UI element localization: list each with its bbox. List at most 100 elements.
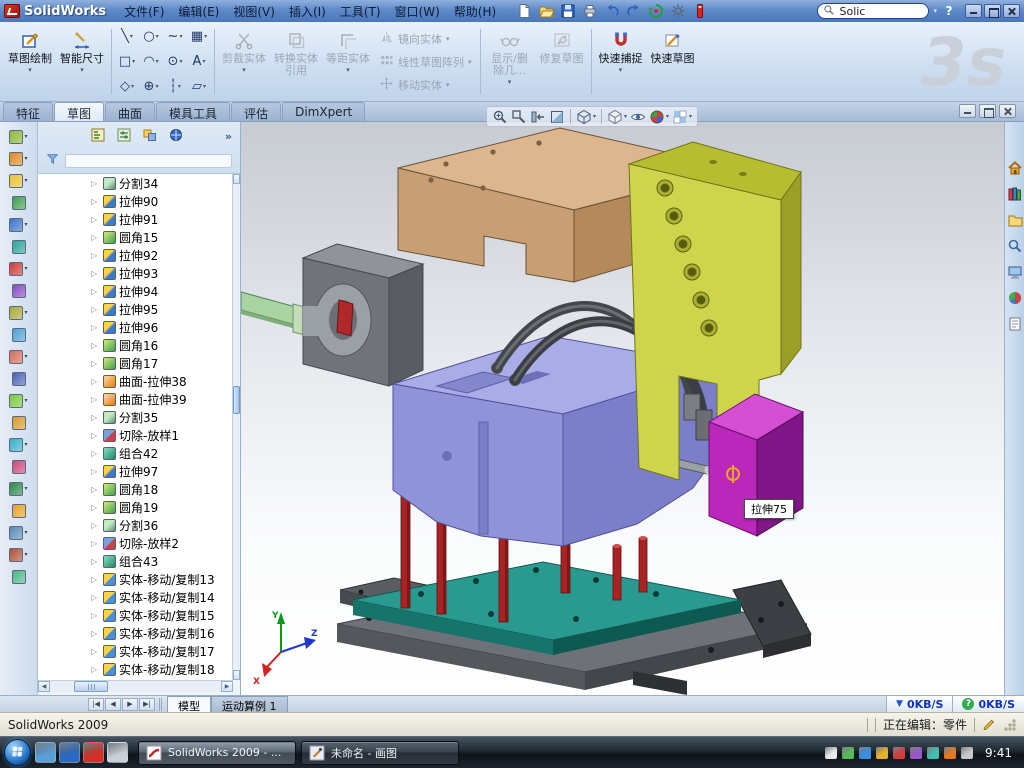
edit-appearance-button[interactable]: ▾ <box>649 109 669 125</box>
propertymanager-tab-icon[interactable] <box>116 127 132 146</box>
custom-properties-tab[interactable] <box>1007 316 1023 332</box>
help-button[interactable]: ? <box>941 4 957 18</box>
expand-arrow-icon[interactable]: ▷ <box>91 539 100 548</box>
tool-flyout-icon[interactable] <box>12 282 26 299</box>
tool-flyout-icon[interactable]: ▾ <box>9 128 27 145</box>
expand-arrow-icon[interactable]: ▷ <box>91 593 100 602</box>
point-tool-icon[interactable]: ⊕▾ <box>139 74 163 99</box>
section-view-button[interactable] <box>549 109 565 125</box>
resize-grip[interactable] <box>1003 718 1016 731</box>
tool-flyout-icon[interactable]: ▾ <box>9 260 27 277</box>
tree-item[interactable]: ▷曲面-拉伸38 <box>38 372 233 390</box>
tree-item[interactable]: ▷圆角16 <box>38 336 233 354</box>
tree-item[interactable]: ▷切除-放样2 <box>38 534 233 552</box>
tree-filter[interactable] <box>38 149 240 169</box>
minimize-button[interactable] <box>965 4 982 18</box>
repair-sketch-button[interactable]: 修复草图 <box>536 24 588 99</box>
expand-arrow-icon[interactable]: ▷ <box>91 215 100 224</box>
linear-sketch-pattern-button[interactable]: 线性草图阵列▾ <box>376 52 475 72</box>
arc-tool-icon[interactable]: ◠▾ <box>139 49 163 74</box>
search-dropdown-caret[interactable]: ▾ <box>933 7 937 15</box>
tool-flyout-icon[interactable]: ▾ <box>9 150 27 167</box>
expand-arrow-icon[interactable]: ▷ <box>91 647 100 656</box>
tree-item[interactable]: ▷拉伸95 <box>38 300 233 318</box>
close-button[interactable] <box>1003 4 1020 18</box>
tab-scroll-button[interactable]: ◀ <box>105 698 121 711</box>
pattern-grid-tool-icon[interactable]: ▦▾ <box>187 24 211 49</box>
rx-button[interactable] <box>690 2 710 20</box>
graphics-viewport[interactable]: Y Z X <box>241 122 1004 695</box>
resources-home-tab[interactable] <box>1007 160 1023 176</box>
tray-icon-7[interactable] <box>927 747 939 759</box>
tab-scroll-button[interactable]: ▶ <box>122 698 138 711</box>
tree-item[interactable]: ▷圆角17 <box>38 354 233 372</box>
circle-tool-icon[interactable]: ○▾ <box>139 24 163 49</box>
hide-show-items-button[interactable] <box>630 109 646 125</box>
tree-item[interactable]: ▷曲面-拉伸39 <box>38 390 233 408</box>
start-button[interactable] <box>4 739 31 766</box>
model-part-clamp-block[interactable] <box>303 244 423 386</box>
tray-icon-2[interactable] <box>842 747 854 759</box>
rectangle-tool-icon[interactable]: □▾ <box>115 49 139 74</box>
expand-arrow-icon[interactable]: ▷ <box>91 611 100 620</box>
expand-arrow-icon[interactable]: ▷ <box>91 665 100 674</box>
tray-icon-6[interactable] <box>910 747 922 759</box>
filter-input[interactable] <box>65 154 232 168</box>
tree-item[interactable]: ▷实体-移动/复制15 <box>38 606 233 624</box>
tree-item[interactable]: ▷切除-放样1 <box>38 426 233 444</box>
tree-item[interactable]: ▷实体-移动/复制16 <box>38 624 233 642</box>
tab-曲面[interactable]: 曲面 <box>105 102 155 121</box>
options-button[interactable] <box>668 2 688 20</box>
tree-item[interactable]: ▷拉伸92 <box>38 246 233 264</box>
polygon-tool-icon[interactable]: ◇▾ <box>115 74 139 99</box>
tab-模具工具[interactable]: 模具工具 <box>156 102 230 121</box>
bottom-tab-motion[interactable]: 运动算例 1 <box>211 696 288 712</box>
tool-flyout-icon[interactable]: ▾ <box>9 524 27 541</box>
tray-icon-3[interactable] <box>859 747 871 759</box>
ellipse-tool-icon[interactable]: ⊙▾ <box>163 49 187 74</box>
maximize-button[interactable] <box>984 4 1001 18</box>
menu-item-6[interactable]: 帮助(H) <box>447 1 503 22</box>
tree-item[interactable]: ▷组合43 <box>38 552 233 570</box>
tray-icon-9[interactable] <box>961 747 973 759</box>
scroll-left-arrow[interactable]: ◀ <box>38 681 50 692</box>
model-view[interactable]: Y Z X <box>241 122 1004 695</box>
expand-arrow-icon[interactable]: ▷ <box>91 341 100 350</box>
tool-flyout-icon[interactable]: ▾ <box>9 392 27 409</box>
appearances-tab[interactable] <box>1007 290 1023 306</box>
search-results-tab[interactable] <box>1007 238 1023 254</box>
expand-arrow-icon[interactable]: ▷ <box>91 395 100 404</box>
expand-arrow-icon[interactable]: ▷ <box>91 233 100 242</box>
expand-arrow-icon[interactable]: ▷ <box>91 179 100 188</box>
text-tool-icon[interactable]: A▾ <box>187 49 211 74</box>
tree-item[interactable]: ▷圆角18 <box>38 480 233 498</box>
tool-flyout-icon[interactable] <box>12 238 26 255</box>
tool-flyout-icon[interactable]: ▾ <box>9 216 27 233</box>
expand-arrow-icon[interactable]: ▷ <box>91 323 100 332</box>
tool-flyout-icon[interactable] <box>12 458 26 475</box>
menu-item-5[interactable]: 窗口(W) <box>388 1 447 22</box>
redo-button[interactable] <box>624 2 644 20</box>
design-library-tab[interactable] <box>1007 186 1023 202</box>
tool-flyout-icon[interactable] <box>12 502 26 519</box>
tray-icon-1[interactable] <box>825 747 837 759</box>
centerline-tool-icon[interactable]: ┆▾ <box>163 74 187 99</box>
zoom-area-button[interactable] <box>511 109 527 125</box>
tool-flyout-icon[interactable] <box>12 568 26 585</box>
expand-arrow-icon[interactable]: ▷ <box>91 467 100 476</box>
tray-icon-5[interactable] <box>893 747 905 759</box>
tree-item[interactable]: ▷拉伸94 <box>38 282 233 300</box>
mirror-entities-button[interactable]: 镜向实体▾ <box>376 29 475 49</box>
tool-flyout-icon[interactable]: ▾ <box>9 546 27 563</box>
expand-arrow-icon[interactable]: ▷ <box>91 431 100 440</box>
tree-item[interactable]: ▷拉伸93 <box>38 264 233 282</box>
tool-flyout-icon[interactable] <box>12 414 26 431</box>
expand-arrow-icon[interactable]: ▷ <box>91 503 100 512</box>
sketch-button[interactable]: 草图绘制▾ <box>4 24 56 99</box>
tree-item[interactable]: ▷拉伸97 <box>38 462 233 480</box>
menu-item-2[interactable]: 视图(V) <box>226 1 282 22</box>
tab-splitter-handle[interactable] <box>159 698 163 711</box>
new-document-button[interactable] <box>514 2 534 20</box>
tree-item[interactable]: ▷组合42 <box>38 444 233 462</box>
taskbar-button[interactable]: 未命名 - 画图 <box>301 741 459 765</box>
